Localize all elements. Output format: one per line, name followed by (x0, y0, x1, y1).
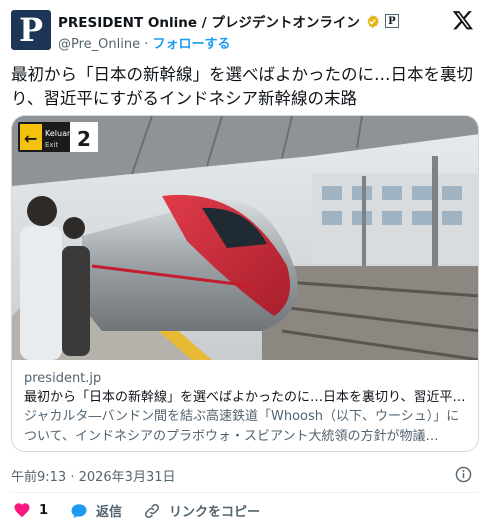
link-meta: president.jp 最初から「日本の新幹線」を選べばよかったのに…日本を裏… (24, 370, 468, 447)
author-handle[interactable]: @Pre_Online (58, 37, 140, 52)
handle-separator: · (144, 37, 149, 52)
tweet-text: 最初から「日本の新幹線」を選べばよかったのに…日本を裏切り、習近平にすがるインド… (11, 65, 473, 108)
link-domain: president.jp (24, 371, 102, 386)
like-count: 1 (39, 502, 49, 518)
heart-icon (14, 503, 30, 518)
info-icon[interactable] (455, 466, 472, 483)
reply-label: 返信 (96, 505, 123, 520)
reply-button[interactable]: 返信 (70, 501, 122, 520)
author-avatar[interactable]: P (11, 10, 51, 50)
copy-link-label: リンクをコピー (169, 505, 261, 520)
copy-link-button[interactable]: リンクをコピー (143, 501, 260, 520)
link-icon (144, 503, 160, 518)
sign-number: 2 (77, 127, 91, 151)
sign-exit-local: Keluar (45, 129, 71, 138)
article-thumbnail: ← Keluar Exit 2 (12, 116, 478, 360)
reply-bubble-icon (71, 503, 87, 518)
like-button[interactable]: 1 (13, 501, 48, 519)
author-handle-row: @Pre_Online · フォローする (58, 33, 231, 52)
x-logo-icon[interactable] (452, 9, 474, 31)
divider (11, 492, 479, 493)
tweet-card: P PRESIDENT Online / プレジデントオンライン P @Pre_… (0, 0, 490, 521)
avatar-letter: P (18, 11, 44, 49)
follow-button[interactable]: フォローする (153, 37, 231, 52)
sign-arrow: ← (24, 129, 37, 148)
author-name-row: PRESIDENT Online / プレジデントオンライン P (58, 11, 399, 31)
link-title: 最初から「日本の新幹線」を選べばよかったのに…日本を裏切り、習近平… (24, 390, 466, 405)
link-description: ジャカルタ―バンドン間を結ぶ高速鉄道「Whoosh（以下、ウーシュ）」について、… (24, 409, 460, 444)
affiliate-badge[interactable]: P (384, 14, 399, 28)
tweet-timestamp[interactable]: 午前9:13 · 2026年3月31日 (11, 466, 176, 485)
sign-exit-en: Exit (45, 141, 59, 149)
verified-gold-icon (367, 14, 379, 28)
link-preview-card[interactable]: ← Keluar Exit 2 president.jp 最初から「日本の新幹線… (11, 115, 479, 452)
author-display-name[interactable]: PRESIDENT Online / プレジデントオンライン (58, 11, 360, 31)
